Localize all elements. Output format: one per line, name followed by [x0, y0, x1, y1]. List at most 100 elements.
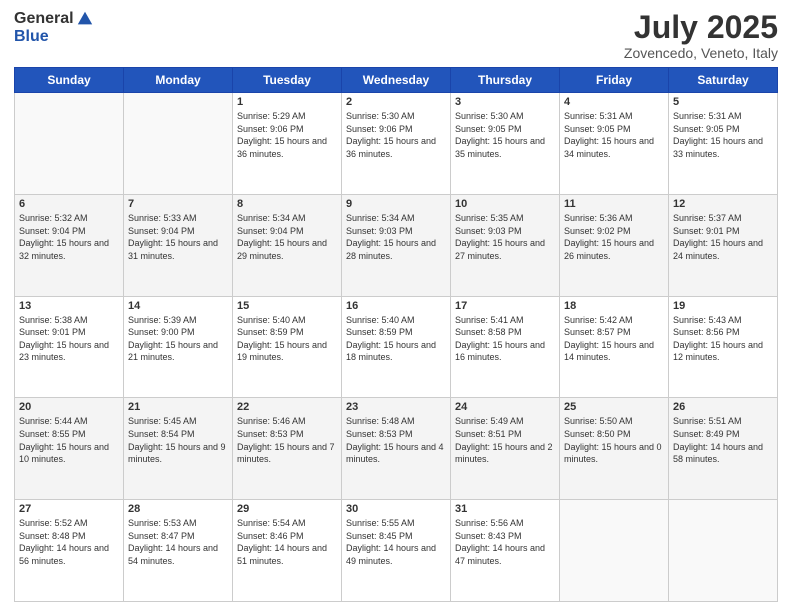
weekday-header: Friday	[560, 68, 669, 93]
calendar-cell: 31 Sunrise: 5:56 AM Sunset: 8:43 PM Dayli…	[451, 500, 560, 602]
calendar-cell: 25 Sunrise: 5:50 AM Sunset: 8:50 PM Dayli…	[560, 398, 669, 500]
calendar-cell	[124, 93, 233, 195]
weekday-header: Saturday	[669, 68, 778, 93]
day-number: 1	[237, 96, 337, 108]
day-number: 20	[19, 401, 119, 413]
day-number: 13	[19, 300, 119, 312]
cell-info: Sunrise: 5:31 AM Sunset: 9:05 PM Dayligh…	[564, 110, 664, 160]
calendar-cell: 5 Sunrise: 5:31 AM Sunset: 9:05 PM Daylig…	[669, 93, 778, 195]
day-number: 22	[237, 401, 337, 413]
cell-info: Sunrise: 5:46 AM Sunset: 8:53 PM Dayligh…	[237, 415, 337, 465]
calendar-cell: 12 Sunrise: 5:37 AM Sunset: 9:01 PM Dayli…	[669, 194, 778, 296]
cell-info: Sunrise: 5:53 AM Sunset: 8:47 PM Dayligh…	[128, 517, 228, 567]
cell-info: Sunrise: 5:34 AM Sunset: 9:03 PM Dayligh…	[346, 212, 446, 262]
calendar-cell: 20Sunrise: 5:44 AM Sunset: 8:55 PM Dayli…	[15, 398, 124, 500]
day-number: 28	[128, 503, 228, 515]
day-number: 2	[346, 96, 446, 108]
page: General Blue July 2025 Zovencedo, Veneto…	[0, 0, 792, 612]
cell-info: Sunrise: 5:34 AM Sunset: 9:04 PM Dayligh…	[237, 212, 337, 262]
day-number: 23	[346, 401, 446, 413]
day-number: 31	[455, 503, 555, 515]
cell-info: Sunrise: 5:38 AM Sunset: 9:01 PM Dayligh…	[19, 314, 119, 364]
day-number: 4	[564, 96, 664, 108]
calendar-cell: 28 Sunrise: 5:53 AM Sunset: 8:47 PM Dayli…	[124, 500, 233, 602]
cell-info: Sunrise: 5:45 AM Sunset: 8:54 PM Dayligh…	[128, 415, 228, 465]
calendar-week-row: 20Sunrise: 5:44 AM Sunset: 8:55 PM Dayli…	[15, 398, 778, 500]
day-number: 18	[564, 300, 664, 312]
day-number: 29	[237, 503, 337, 515]
calendar-cell: 11 Sunrise: 5:36 AM Sunset: 9:02 PM Dayli…	[560, 194, 669, 296]
calendar-cell: 27 Sunrise: 5:52 AM Sunset: 8:48 PM Dayli…	[15, 500, 124, 602]
calendar-week-row: 1Sunrise: 5:29 AM Sunset: 9:06 PM Daylig…	[15, 93, 778, 195]
cell-info: Sunrise: 5:52 AM Sunset: 8:48 PM Dayligh…	[19, 517, 119, 567]
calendar-table: SundayMondayTuesdayWednesdayThursdayFrid…	[14, 67, 778, 602]
calendar-cell: 15Sunrise: 5:40 AM Sunset: 8:59 PM Dayli…	[233, 296, 342, 398]
calendar-week-row: 13 Sunrise: 5:38 AM Sunset: 9:01 PM Dayli…	[15, 296, 778, 398]
cell-info: Sunrise: 5:30 AM Sunset: 9:05 PM Dayligh…	[455, 110, 555, 160]
day-number: 24	[455, 401, 555, 413]
calendar-cell: 7Sunrise: 5:33 AM Sunset: 9:04 PM Daylig…	[124, 194, 233, 296]
cell-info: Sunrise: 5:36 AM Sunset: 9:02 PM Dayligh…	[564, 212, 664, 262]
cell-info: Sunrise: 5:49 AM Sunset: 8:51 PM Dayligh…	[455, 415, 555, 465]
header: General Blue July 2025 Zovencedo, Veneto…	[14, 10, 778, 61]
logo-icon	[76, 10, 94, 28]
calendar-cell: 26 Sunrise: 5:51 AM Sunset: 8:49 PM Dayli…	[669, 398, 778, 500]
day-number: 19	[673, 300, 773, 312]
calendar-cell: 2 Sunrise: 5:30 AM Sunset: 9:06 PM Daylig…	[342, 93, 451, 195]
cell-info: Sunrise: 5:35 AM Sunset: 9:03 PM Dayligh…	[455, 212, 555, 262]
cell-info: Sunrise: 5:30 AM Sunset: 9:06 PM Dayligh…	[346, 110, 446, 160]
day-number: 21	[128, 401, 228, 413]
calendar-week-row: 6Sunrise: 5:32 AM Sunset: 9:04 PM Daylig…	[15, 194, 778, 296]
title-area: July 2025 Zovencedo, Veneto, Italy	[624, 10, 778, 61]
calendar-cell: 29 Sunrise: 5:54 AM Sunset: 8:46 PM Dayli…	[233, 500, 342, 602]
calendar-cell: 14 Sunrise: 5:39 AM Sunset: 9:00 PM Dayli…	[124, 296, 233, 398]
day-number: 16	[346, 300, 446, 312]
weekday-header: Monday	[124, 68, 233, 93]
day-number: 14	[128, 300, 228, 312]
day-number: 30	[346, 503, 446, 515]
day-number: 25	[564, 401, 664, 413]
cell-info: Sunrise: 5:51 AM Sunset: 8:49 PM Dayligh…	[673, 415, 773, 465]
calendar-cell: 17 Sunrise: 5:41 AM Sunset: 8:58 PM Dayli…	[451, 296, 560, 398]
cell-info: Sunrise: 5:41 AM Sunset: 8:58 PM Dayligh…	[455, 314, 555, 364]
cell-info: Sunrise: 5:50 AM Sunset: 8:50 PM Dayligh…	[564, 415, 664, 465]
logo-general-text: General	[14, 10, 74, 28]
calendar-cell: 9 Sunrise: 5:34 AM Sunset: 9:03 PM Daylig…	[342, 194, 451, 296]
day-number: 27	[19, 503, 119, 515]
weekday-header-row: SundayMondayTuesdayWednesdayThursdayFrid…	[15, 68, 778, 93]
cell-info: Sunrise: 5:31 AM Sunset: 9:05 PM Dayligh…	[673, 110, 773, 160]
day-number: 5	[673, 96, 773, 108]
month-title: July 2025	[624, 10, 778, 45]
calendar-cell: 19Sunrise: 5:43 AM Sunset: 8:56 PM Dayli…	[669, 296, 778, 398]
cell-info: Sunrise: 5:39 AM Sunset: 9:00 PM Dayligh…	[128, 314, 228, 364]
cell-info: Sunrise: 5:40 AM Sunset: 8:59 PM Dayligh…	[346, 314, 446, 364]
calendar-cell: 6Sunrise: 5:32 AM Sunset: 9:04 PM Daylig…	[15, 194, 124, 296]
day-number: 12	[673, 198, 773, 210]
weekday-header: Thursday	[451, 68, 560, 93]
day-number: 7	[128, 198, 228, 210]
day-number: 6	[19, 198, 119, 210]
day-number: 3	[455, 96, 555, 108]
calendar-cell: 8Sunrise: 5:34 AM Sunset: 9:04 PM Daylig…	[233, 194, 342, 296]
calendar-cell: 30Sunrise: 5:55 AM Sunset: 8:45 PM Dayli…	[342, 500, 451, 602]
logo-blue-text: Blue	[14, 28, 49, 46]
day-number: 17	[455, 300, 555, 312]
calendar-cell	[15, 93, 124, 195]
calendar-cell: 4 Sunrise: 5:31 AM Sunset: 9:05 PM Daylig…	[560, 93, 669, 195]
calendar-cell: 24 Sunrise: 5:49 AM Sunset: 8:51 PM Dayli…	[451, 398, 560, 500]
day-number: 11	[564, 198, 664, 210]
calendar-week-row: 27 Sunrise: 5:52 AM Sunset: 8:48 PM Dayli…	[15, 500, 778, 602]
cell-info: Sunrise: 5:42 AM Sunset: 8:57 PM Dayligh…	[564, 314, 664, 364]
calendar-cell: 10 Sunrise: 5:35 AM Sunset: 9:03 PM Dayli…	[451, 194, 560, 296]
day-number: 10	[455, 198, 555, 210]
calendar-cell: 18 Sunrise: 5:42 AM Sunset: 8:57 PM Dayli…	[560, 296, 669, 398]
calendar-cell	[669, 500, 778, 602]
cell-info: Sunrise: 5:56 AM Sunset: 8:43 PM Dayligh…	[455, 517, 555, 567]
cell-info: Sunrise: 5:54 AM Sunset: 8:46 PM Dayligh…	[237, 517, 337, 567]
weekday-header: Tuesday	[233, 68, 342, 93]
cell-info: Sunrise: 5:37 AM Sunset: 9:01 PM Dayligh…	[673, 212, 773, 262]
day-number: 9	[346, 198, 446, 210]
calendar-cell: 22 Sunrise: 5:46 AM Sunset: 8:53 PM Dayli…	[233, 398, 342, 500]
day-number: 26	[673, 401, 773, 413]
weekday-header: Wednesday	[342, 68, 451, 93]
